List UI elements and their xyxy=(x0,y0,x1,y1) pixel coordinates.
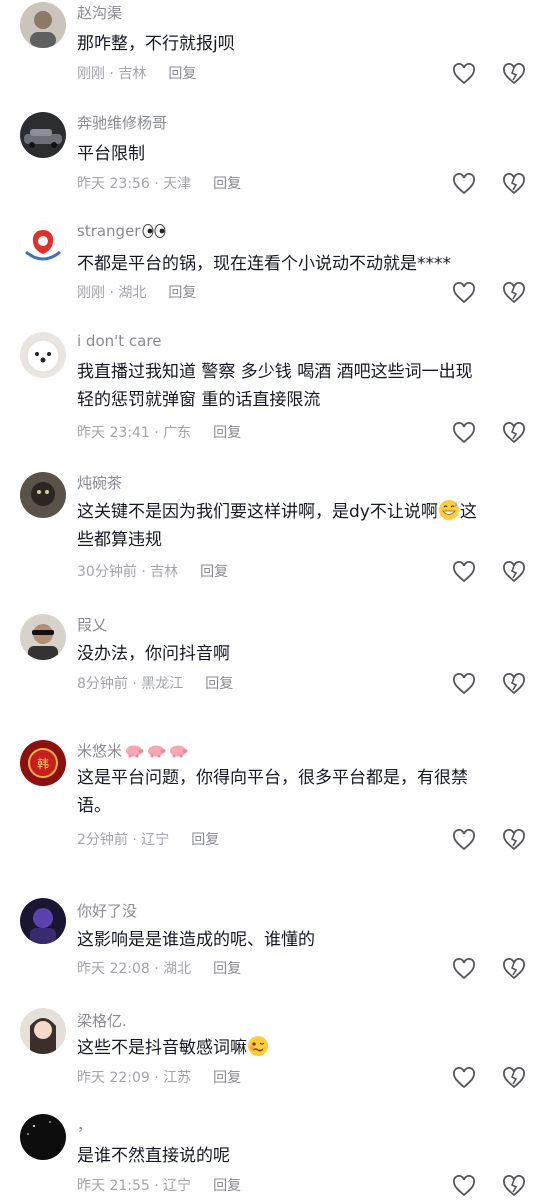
avatar[interactable] xyxy=(20,614,66,660)
comment-text: 平台限制 xyxy=(77,144,145,164)
comment-text-line: 这是平台问题，你得向平台，很多平台都是，有很禁 xyxy=(77,768,468,788)
username[interactable]: stranger xyxy=(77,222,166,240)
reply-button[interactable]: 回复 xyxy=(213,1070,241,1086)
time-location: 刚刚 · 湖北 xyxy=(77,285,147,301)
dislike-broken-heart-icon[interactable] xyxy=(502,282,526,304)
username[interactable]: 梁格亿. xyxy=(77,1010,127,1031)
like-heart-icon[interactable] xyxy=(452,63,476,85)
comment-meta: 刚刚 · 湖北 回复 xyxy=(77,283,196,303)
comment-meta: 昨天 21:55 · 辽宁 回复 xyxy=(77,1176,241,1196)
reply-button[interactable]: 回复 xyxy=(168,285,196,301)
comment-text-line: 些都算违规 xyxy=(77,530,162,550)
comment-text: 这影响是是谁造成的呢、谁懂的 xyxy=(77,930,315,950)
time-location: 昨天 23:41 · 广东 xyxy=(77,425,192,441)
avatar[interactable] xyxy=(20,1114,66,1160)
comment-meta: 昨天 23:41 · 广东 回复 xyxy=(77,423,241,443)
like-heart-icon[interactable] xyxy=(452,673,476,695)
avatar[interactable] xyxy=(20,222,66,268)
comment-meta: 昨天 22:08 · 湖北 回复 xyxy=(77,959,241,979)
reply-button[interactable]: 回复 xyxy=(191,832,219,848)
time-location: 昨天 23:56 · 天津 xyxy=(77,176,192,192)
like-heart-icon[interactable] xyxy=(452,282,476,304)
reply-button[interactable]: 回复 xyxy=(205,676,233,692)
dislike-broken-heart-icon[interactable] xyxy=(502,829,526,851)
comment-text-part: 这些不是抖音敏感词嘛 xyxy=(77,1038,247,1058)
avatar[interactable] xyxy=(20,112,66,158)
time-location: 8分钟前 · 黑龙江 xyxy=(77,676,184,692)
avatar[interactable] xyxy=(20,472,66,518)
comment-text-line-part: 这关键不是因为我们要这样讲啊，是dy不让说啊 xyxy=(77,502,438,522)
comment-meta: 8分钟前 · 黑龙江 回复 xyxy=(77,674,233,694)
comment-meta: 30分钟前 · 吉林 回复 xyxy=(77,562,228,582)
username[interactable]: 奔驰维修杨哥 xyxy=(77,112,167,133)
time-location: 昨天 21:55 · 辽宁 xyxy=(77,1178,192,1194)
avatar[interactable]: 韩 xyxy=(20,740,66,786)
like-heart-icon[interactable] xyxy=(452,173,476,195)
pig-emoji-icon xyxy=(148,745,166,758)
reply-button[interactable]: 回复 xyxy=(213,176,241,192)
avatar[interactable] xyxy=(20,2,66,48)
reply-button[interactable]: 回复 xyxy=(213,961,241,977)
dislike-broken-heart-icon[interactable] xyxy=(502,1067,526,1089)
pig-emoji-icon xyxy=(126,745,144,758)
username-text: stranger xyxy=(77,222,141,240)
comment-text-line: 我直播过我知道 警察 多少钱 喝酒 酒吧这些词一出现 xyxy=(77,362,473,382)
username[interactable]: 赵沟渠 xyxy=(77,2,122,23)
pig-emoji-icon xyxy=(170,745,188,758)
dislike-broken-heart-icon[interactable] xyxy=(502,958,526,980)
comment-text: 是谁不然直接说的呢 xyxy=(77,1146,230,1166)
time-location: 昨天 22:09 · 江苏 xyxy=(77,1070,192,1086)
dislike-broken-heart-icon[interactable] xyxy=(502,673,526,695)
avatar[interactable] xyxy=(20,332,66,378)
username[interactable]: i don't care xyxy=(77,332,161,350)
reply-button[interactable]: 回复 xyxy=(213,1178,241,1194)
dislike-broken-heart-icon[interactable] xyxy=(502,63,526,85)
username[interactable]: 你好了没 xyxy=(77,900,137,921)
grin-sweat-emoji-icon xyxy=(438,500,459,520)
like-heart-icon[interactable] xyxy=(452,958,476,980)
dislike-broken-heart-icon[interactable] xyxy=(502,1175,526,1197)
comment-text: 不都是平台的锅，现在连看个小说动不动就是**** xyxy=(77,254,451,274)
comment-text-line: 轻的惩罚就弹窗 重的话直接限流 xyxy=(77,390,321,410)
comment-text: 这是平台问题，你得向平台，很多平台都是，有很禁 语。 xyxy=(77,764,519,820)
comment-text-line: 这关键不是因为我们要这样讲啊，是dy不让说啊 这 xyxy=(77,498,519,526)
comment-meta: 刚刚 · 吉林 回复 xyxy=(77,64,196,84)
dislike-broken-heart-icon[interactable] xyxy=(502,173,526,195)
time-location: 2分钟前 · 辽宁 xyxy=(77,832,170,848)
username[interactable]: 米悠米 xyxy=(77,740,188,761)
comment-text: 那咋整，不行就报j呗 xyxy=(77,34,235,54)
comment-meta: 2分钟前 · 辽宁 回复 xyxy=(77,830,219,850)
woozy-emoji-icon xyxy=(248,1036,268,1056)
time-location: 30分钟前 · 吉林 xyxy=(77,564,179,580)
dislike-broken-heart-icon[interactable] xyxy=(502,422,526,444)
comment-text: 这关键不是因为我们要这样讲啊，是dy不让说啊 这 些都算违规 xyxy=(77,498,519,554)
comment-meta: 昨天 23:56 · 天津 回复 xyxy=(77,174,241,194)
like-heart-icon[interactable] xyxy=(452,561,476,583)
comment-text: 这些不是抖音敏感词嘛 xyxy=(77,1034,519,1062)
comment-meta: 昨天 22:09 · 江苏 回复 xyxy=(77,1068,241,1088)
like-heart-icon[interactable] xyxy=(452,1067,476,1089)
eyes-emoji-icon xyxy=(142,224,166,238)
like-heart-icon[interactable] xyxy=(452,422,476,444)
username[interactable]: ， xyxy=(77,1114,92,1135)
comment-text: 我直播过我知道 警察 多少钱 喝酒 酒吧这些词一出现 轻的惩罚就弹窗 重的话直接… xyxy=(77,358,519,414)
comment-text-line-tail: 这 xyxy=(459,502,477,522)
reply-button[interactable]: 回复 xyxy=(200,564,228,580)
avatar[interactable] xyxy=(20,898,66,944)
reply-button[interactable]: 回复 xyxy=(213,425,241,441)
avatar[interactable] xyxy=(20,1008,66,1054)
username-text: 米悠米 xyxy=(77,742,123,760)
time-location: 刚刚 · 吉林 xyxy=(77,66,147,82)
svg-text:韩: 韩 xyxy=(37,756,49,771)
like-heart-icon[interactable] xyxy=(452,1175,476,1197)
dislike-broken-heart-icon[interactable] xyxy=(502,561,526,583)
comment-text: 没办法，你问抖音啊 xyxy=(77,644,230,664)
reply-button[interactable]: 回复 xyxy=(168,66,196,82)
username[interactable]: 叚乂 xyxy=(77,614,107,635)
username[interactable]: 炖碗茶 xyxy=(77,472,122,493)
comment-text-line: 语。 xyxy=(77,796,111,816)
comment-list: 赵沟渠 那咋整，不行就报j呗 刚刚 · 吉林 回复 奔驰维修杨哥 平台限制 昨天 … xyxy=(0,0,544,1200)
like-heart-icon[interactable] xyxy=(452,829,476,851)
time-location: 昨天 22:08 · 湖北 xyxy=(77,961,192,977)
